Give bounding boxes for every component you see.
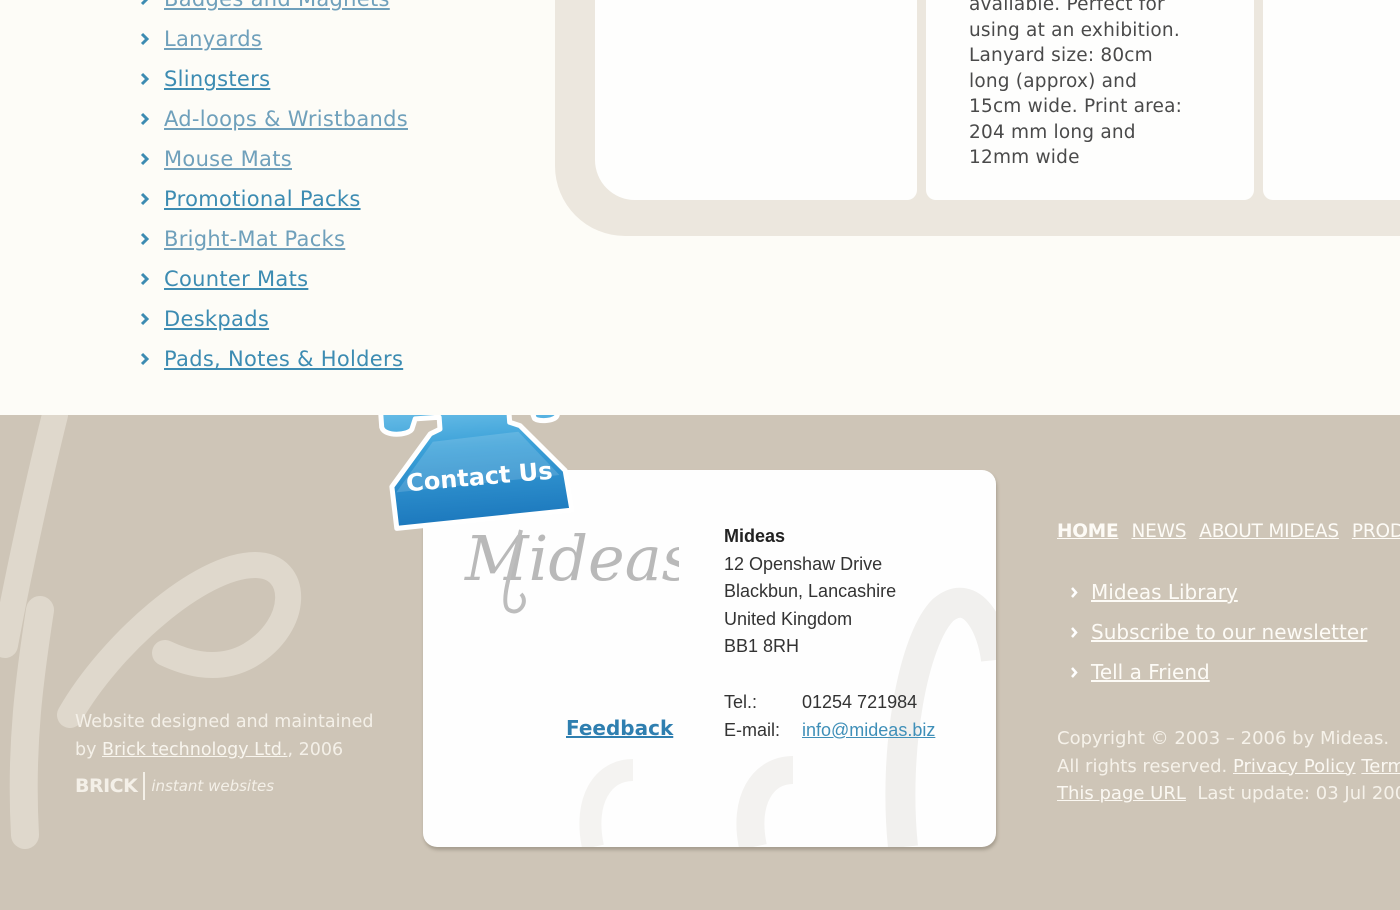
nav-home[interactable]: HOME <box>1057 521 1119 542</box>
chevron-right-icon <box>1070 612 1082 652</box>
description-line: available. Perfect for <box>969 0 1165 15</box>
nav-news[interactable]: NEWS <box>1131 521 1186 542</box>
credit-year: , 2006 <box>287 740 344 760</box>
nav-about[interactable]: ABOUT MIDEAS <box>1199 521 1339 542</box>
chevron-right-icon <box>1070 652 1082 692</box>
newsletter-link[interactable]: Subscribe to our newsletter <box>1091 620 1367 644</box>
feedback-link[interactable]: Feedback <box>566 716 673 740</box>
category-item[interactable]: Bright-Mat Packs <box>140 219 408 259</box>
product-card <box>1263 0 1400 200</box>
brick-logo-tagline: instant websites <box>151 777 275 795</box>
description-line: 15cm wide. Print area: <box>969 96 1183 117</box>
contact-details: Tel.: 01254 721984 E-mail: info@mideas.biz <box>724 688 935 744</box>
category-link-adloops[interactable]: Ad-loops & Wristbands <box>164 107 408 131</box>
copyright-block: Copyright © 2003 – 2006 by Mideas. All r… <box>1057 725 1400 808</box>
category-item[interactable]: Badges and Magnets <box>140 0 408 19</box>
category-link-promo-packs[interactable]: Promotional Packs <box>164 187 361 211</box>
category-item[interactable]: Counter Mats <box>140 259 408 299</box>
product-area: Badges and Magnets Lanyards Slingsters A… <box>0 0 1400 415</box>
chevron-right-icon <box>140 339 154 379</box>
category-link-lanyards[interactable]: Lanyards <box>164 27 262 51</box>
chevron-right-icon <box>140 259 154 299</box>
nav-products[interactable]: PRODUCTS <box>1352 521 1400 542</box>
tel-label: Tel.: <box>724 692 758 712</box>
decorative-swirl-icon <box>0 415 302 849</box>
utility-links: Mideas Library Subscribe to our newslett… <box>1070 572 1367 692</box>
email-link[interactable]: info@mideas.biz <box>802 716 935 744</box>
category-link-counter-mats[interactable]: Counter Mats <box>164 267 308 291</box>
category-link-deskpads[interactable]: Deskpads <box>164 307 269 331</box>
contact-us-phone-badge[interactable]: Contact Us <box>372 415 577 532</box>
chevron-right-icon <box>140 179 154 219</box>
credit-text: Website designed and maintained <box>75 712 374 732</box>
address-line: 12 Openshaw Drive <box>724 553 883 574</box>
brick-logo-text: BRICK <box>75 775 138 797</box>
footer: Website designed and maintained by Brick… <box>0 415 1400 910</box>
chevron-right-icon <box>140 99 154 139</box>
copyright-text: Copyright © 2003 – 2006 by Mideas. <box>1057 728 1390 749</box>
page-url-link[interactable]: This page URL <box>1057 783 1186 804</box>
terms-link[interactable]: Terms <box>1361 756 1400 777</box>
footer-nav: HOME NEWS ABOUT MIDEAS PRODUCTS <box>1057 521 1400 542</box>
category-item[interactable]: Mouse Mats <box>140 139 408 179</box>
category-link-mouse-mats[interactable]: Mouse Mats <box>164 147 292 171</box>
utility-item[interactable]: Mideas Library <box>1070 572 1367 612</box>
product-description: available. Perfect for using at an exhib… <box>969 0 1239 171</box>
logo-text: Mideas <box>464 522 679 595</box>
product-card-lanyard: available. Perfect for using at an exhib… <box>926 0 1254 200</box>
description-line: 12mm wide <box>969 147 1080 168</box>
site-credit: Website designed and maintained by Brick… <box>75 708 373 764</box>
brick-logo[interactable]: BRICK instant websites <box>75 772 274 800</box>
utility-item[interactable]: Tell a Friend <box>1070 652 1367 692</box>
rights-text: All rights reserved. <box>1057 755 1233 777</box>
category-link-pads-notes[interactable]: Pads, Notes & Holders <box>164 347 403 371</box>
chevron-right-icon <box>140 219 154 259</box>
email-label: E-mail: <box>724 720 781 740</box>
address-line: United Kingdom <box>724 608 853 629</box>
category-link-badges[interactable]: Badges and Magnets <box>164 0 390 11</box>
description-line: long (approx) and <box>969 70 1138 92</box>
product-card <box>595 0 917 200</box>
chevron-right-icon <box>140 19 154 59</box>
category-item[interactable]: Pads, Notes & Holders <box>140 339 408 379</box>
privacy-policy-link[interactable]: Privacy Policy <box>1233 756 1356 777</box>
description-line: using at an exhibition. <box>969 19 1180 41</box>
description-line: Lanyard size: 80cm <box>969 45 1153 66</box>
tell-a-friend-link[interactable]: Tell a Friend <box>1091 660 1210 684</box>
address-block: Mideas 12 Openshaw Drive Blackbun, Lanca… <box>724 523 896 661</box>
chevron-right-icon <box>140 0 154 19</box>
category-item[interactable]: Deskpads <box>140 299 408 339</box>
chevron-right-icon <box>140 299 154 339</box>
brick-technology-link[interactable]: Brick technology Ltd. <box>102 740 287 760</box>
last-update: Last update: 03 Jul 2006 <box>1185 783 1400 804</box>
description-line: 204 mm long and <box>969 121 1136 143</box>
tel-value: 01254 721984 <box>802 692 918 712</box>
chevron-right-icon <box>140 139 154 179</box>
category-list: Badges and Magnets Lanyards Slingsters A… <box>140 0 408 379</box>
category-item[interactable]: Lanyards <box>140 19 408 59</box>
category-link-slingsters[interactable]: Slingsters <box>164 67 270 91</box>
credit-by: by <box>75 740 103 760</box>
category-item[interactable]: Promotional Packs <box>140 179 408 219</box>
utility-item[interactable]: Subscribe to our newsletter <box>1070 612 1367 652</box>
chevron-right-icon <box>1070 572 1082 612</box>
logo-divider <box>143 772 146 800</box>
category-item[interactable]: Slingsters <box>140 59 408 99</box>
mideas-library-link[interactable]: Mideas Library <box>1091 580 1238 604</box>
category-link-bright-mat[interactable]: Bright-Mat Packs <box>164 227 345 251</box>
category-item[interactable]: Ad-loops & Wristbands <box>140 99 408 139</box>
company-name: Mideas <box>724 526 786 546</box>
address-line: BB1 8RH <box>724 636 800 656</box>
address-line: Blackbun, Lancashire <box>724 581 897 601</box>
chevron-right-icon <box>140 59 154 99</box>
